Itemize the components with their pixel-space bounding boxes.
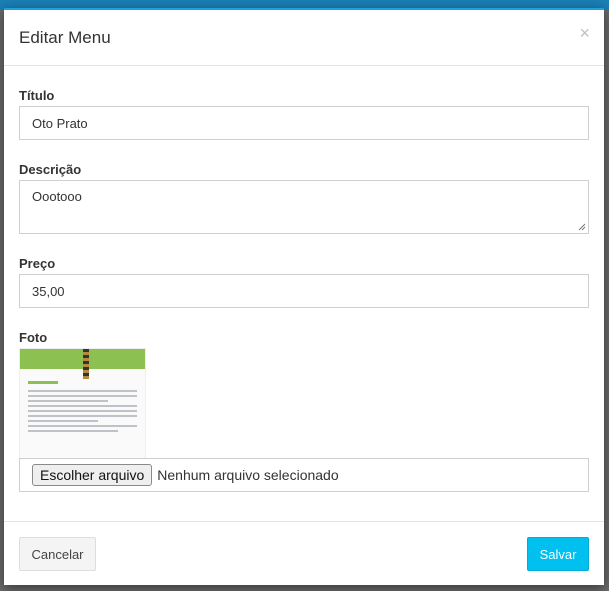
thumbnail-chain-image — [83, 349, 89, 379]
thumbnail-text-line — [28, 400, 108, 402]
foto-file-input[interactable]: Escolher arquivo Nenhum arquivo selecion… — [19, 458, 589, 492]
modal-header: Editar Menu × — [4, 10, 604, 66]
edit-menu-modal: Editar Menu × Título Oto Prato Descrição… — [4, 8, 604, 585]
close-icon[interactable]: × — [579, 24, 590, 42]
resize-grip-icon[interactable] — [578, 223, 586, 231]
thumbnail-text-line — [28, 395, 137, 397]
thumbnail-text-line — [28, 405, 137, 407]
thumbnail-text-line — [28, 390, 137, 392]
preco-input[interactable]: 35,00 — [19, 274, 589, 308]
thumbnail-text-line — [28, 430, 118, 432]
thumbnail-text-line — [28, 410, 137, 412]
titulo-label: Título — [19, 88, 55, 103]
thumbnail-heading — [28, 381, 58, 384]
preco-value: 35,00 — [32, 283, 65, 299]
descricao-value: Oootooo — [32, 189, 82, 204]
choose-file-button[interactable]: Escolher arquivo — [32, 464, 153, 486]
thumbnail-text-line — [28, 420, 98, 422]
descricao-label: Descrição — [19, 162, 82, 177]
thumbnail-text-line — [28, 425, 137, 427]
modal-footer: Cancelar Salvar — [4, 521, 604, 585]
save-button[interactable]: Salvar — [527, 537, 589, 571]
cancel-button[interactable]: Cancelar — [19, 537, 96, 571]
titulo-value: Oto Prato — [32, 115, 88, 131]
thumbnail-text-line — [28, 415, 137, 417]
modal-title: Editar Menu — [19, 28, 111, 47]
descricao-textarea[interactable]: Oootooo — [19, 180, 589, 234]
preco-label: Preço — [19, 256, 56, 271]
file-status-text: Nenhum arquivo selecionado — [157, 467, 339, 483]
foto-label: Foto — [19, 330, 48, 345]
titulo-input[interactable]: Oto Prato — [19, 106, 589, 140]
photo-thumbnail — [19, 348, 146, 459]
